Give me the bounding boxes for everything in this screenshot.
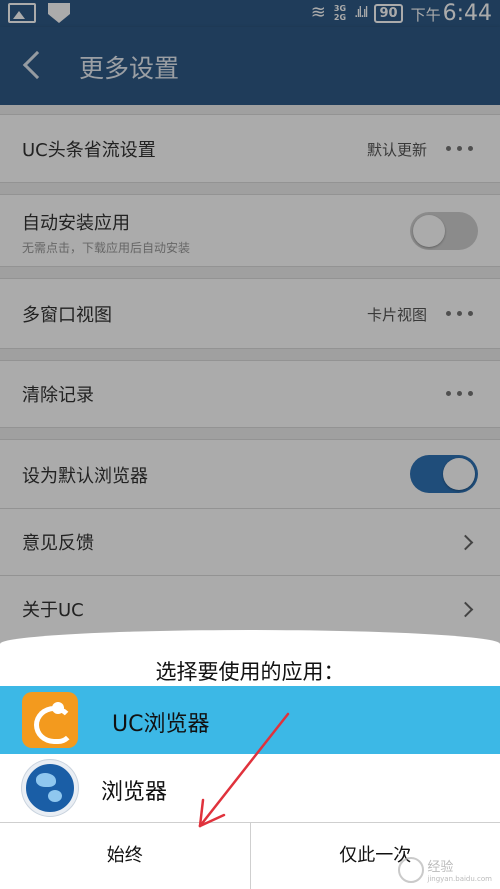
app-option-uc-browser[interactable]: UC浏览器 [0, 686, 500, 754]
watermark-text: 经验 [427, 860, 454, 875]
watermark-url: jingyan.baidu.com [427, 875, 492, 883]
always-button[interactable]: 始终 [0, 823, 250, 889]
uc-browser-icon [22, 692, 78, 748]
chooser-title: 选择要使用的应用： [155, 660, 345, 684]
app-option-label: UC浏览器 [112, 712, 210, 737]
globe-icon [22, 760, 78, 816]
paw-logo-icon [398, 857, 425, 883]
app-option-browser[interactable]: 浏览器 [0, 754, 500, 822]
app-chooser-dialog: 选择要使用的应用： UC浏览器 浏览器 始终 仅此一次 [0, 630, 500, 889]
watermark: 经验 jingyan.baidu.com [398, 857, 492, 883]
app-option-label: 浏览器 [101, 780, 168, 805]
